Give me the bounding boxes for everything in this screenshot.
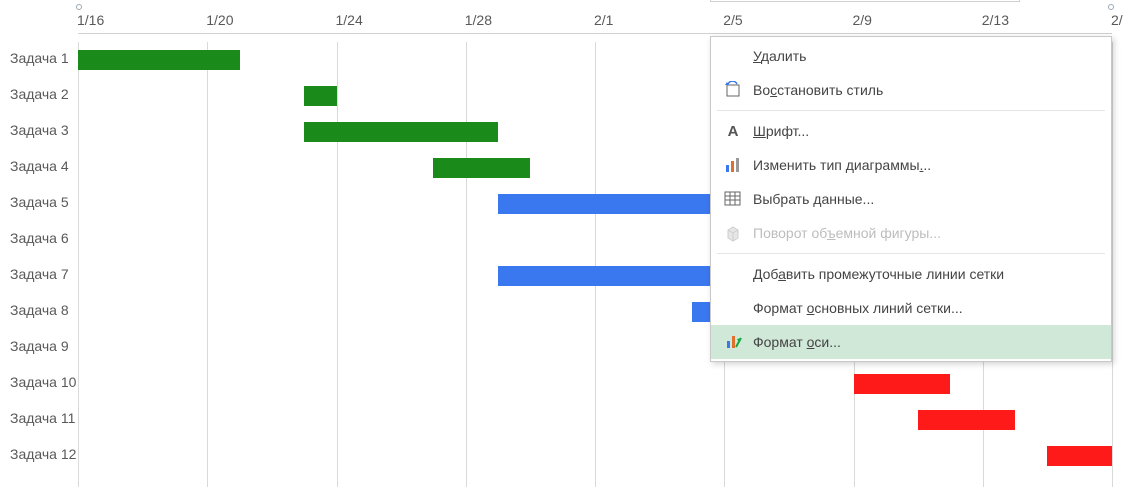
y-axis-category-label: Задача 4 [10, 158, 78, 174]
gantt-bar[interactable] [304, 86, 336, 106]
y-axis-category-label: Задача 5 [10, 194, 78, 210]
reset-style-icon [719, 81, 747, 99]
menu-separator [717, 110, 1105, 111]
select-data-icon [719, 190, 747, 208]
menu-separator [717, 253, 1105, 254]
context-menu-item-label: Изменить тип диаграммы... [753, 157, 931, 173]
y-axis-category-label: Задача 10 [10, 374, 78, 390]
format-axis-icon [719, 333, 747, 351]
y-axis-category-label: Задача 1 [10, 50, 78, 66]
y-axis-category-label: Задача 9 [10, 338, 78, 354]
gantt-bar[interactable] [854, 374, 951, 394]
y-axis-category-label: Задача 3 [10, 122, 78, 138]
context-menu-item[interactable]: A Шрифт... [711, 114, 1111, 148]
context-menu-item-label: Формат оси... [753, 334, 841, 350]
context-menu-item-label: Добавить промежуточные линии сетки [753, 266, 1004, 282]
context-menu-item-label: Поворот объемной фигуры... [753, 225, 941, 241]
chart-row: Задача 11 [0, 402, 1123, 438]
font-letter-icon: A [719, 123, 747, 140]
context-menu[interactable]: Удалить Восстановить стиль A Шрифт... Измени… [710, 36, 1112, 362]
context-menu-item[interactable]: Добавить промежуточные линии сетки [711, 257, 1111, 291]
x-axis-tick-label: 1/24 [336, 12, 363, 28]
gantt-bar[interactable] [78, 50, 240, 70]
y-axis-category-label: Задача 2 [10, 86, 78, 102]
x-axis-tick-label: 2/17 [1111, 12, 1123, 28]
context-menu-item-label: Восстановить стиль [753, 82, 883, 98]
chart-row: Задача 12 [0, 438, 1123, 474]
context-menu-item-label: Формат основных линий сетки... [753, 300, 963, 316]
x-axis-tick-label: 2/9 [853, 12, 872, 28]
context-menu-item-label: Удалить [753, 48, 806, 64]
y-axis-category-label: Задача 8 [10, 302, 78, 318]
x-axis-tick-label: 2/13 [982, 12, 1009, 28]
x-axis-tick-label: 1/16 [77, 12, 104, 28]
gantt-bar[interactable] [918, 410, 1015, 430]
x-axis-tick-label: 1/28 [465, 12, 492, 28]
y-axis-category-label: Задача 12 [10, 446, 78, 462]
context-menu-item[interactable]: Формат основных линий сетки... [711, 291, 1111, 325]
x-axis-tick-label: 2/5 [723, 12, 742, 28]
context-menu-item[interactable]: Выбрать данные... [711, 182, 1111, 216]
context-menu-item: Поворот объемной фигуры... [711, 216, 1111, 250]
y-axis-category-label: Задача 7 [10, 266, 78, 282]
x-axis-tick-label: 2/1 [594, 12, 613, 28]
gantt-bar[interactable] [304, 122, 498, 142]
context-menu-item[interactable]: Изменить тип диаграммы... [711, 148, 1111, 182]
gantt-bar[interactable] [498, 194, 724, 214]
y-axis-category-label: Задача 11 [10, 410, 78, 426]
context-menu-item[interactable]: Восстановить стиль [711, 73, 1111, 107]
context-menu-item[interactable]: Формат оси... [711, 325, 1111, 359]
x-axis-tick-label: 1/20 [206, 12, 233, 28]
tooltip-box [710, 0, 1020, 2]
chart-type-icon [719, 156, 747, 174]
chart-row: Задача 10 [0, 366, 1123, 402]
gantt-chart: 1/16 1/20 1/24 1/28 2/1 2/5 2/9 2/13 2/17 Задача… [0, 0, 1123, 504]
gantt-bar[interactable] [433, 158, 530, 178]
context-menu-item[interactable]: Удалить [711, 39, 1111, 73]
y-axis-category-label: Задача 6 [10, 230, 78, 246]
context-menu-item-label: Выбрать данные... [753, 191, 874, 207]
gantt-bar[interactable] [1047, 446, 1112, 466]
context-menu-item-label: Шрифт... [753, 123, 809, 139]
rotate-3d-icon [719, 224, 747, 242]
